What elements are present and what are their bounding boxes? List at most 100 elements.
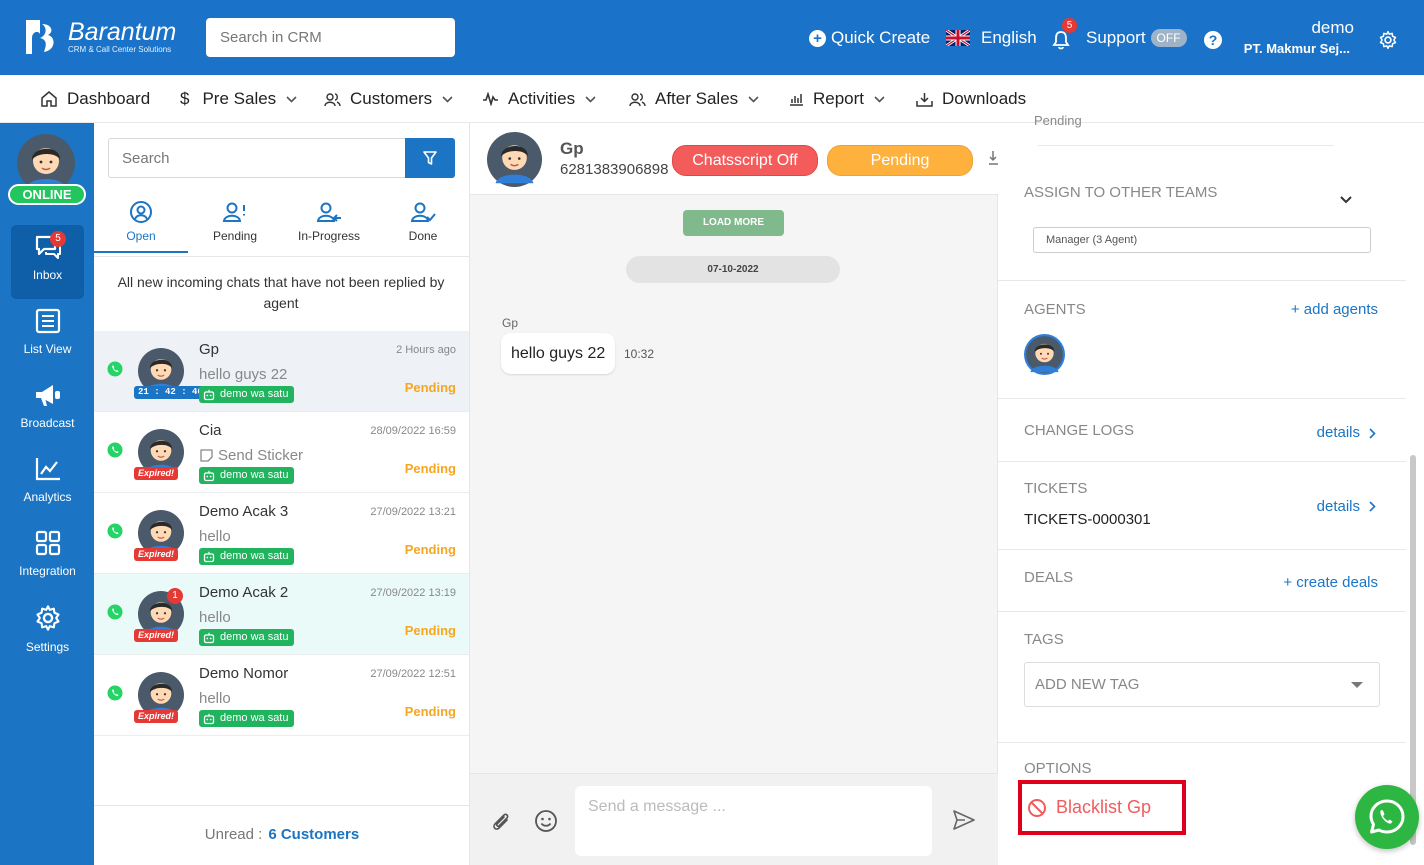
date-separator: 07-10-2022 (626, 256, 840, 283)
robot-icon (203, 632, 215, 643)
gear-icon (35, 605, 60, 631)
chat-status: Pending (404, 623, 456, 638)
blacklist-button[interactable]: Blacklist Gp (1018, 780, 1186, 835)
deals-section: DEALS + create deals (998, 550, 1406, 612)
chat-status: Pending (404, 542, 456, 557)
list-icon (35, 308, 60, 334)
chat-list-item[interactable]: Expired! Demo Nomor 27/09/2022 12:51 hel… (94, 655, 469, 736)
nav-customers[interactable]: Customers (324, 89, 462, 109)
sidebar-item-broadcast[interactable]: Broadcast (11, 373, 84, 447)
help-button[interactable]: ? (1204, 31, 1222, 49)
contact-avatar[interactable] (487, 132, 542, 187)
sidebar-item-integration[interactable]: Integration (11, 521, 84, 595)
tickets-details-link[interactable]: details (1317, 498, 1360, 515)
tab-done[interactable]: Done (376, 200, 470, 253)
ticket-id[interactable]: TICKETS-0000301 (1024, 511, 1151, 528)
tab-label: Pending (212, 229, 258, 243)
attachment-icon[interactable] (490, 810, 512, 834)
chat-list-item[interactable]: 21 : 42 : 46 Gp 2 Hours ago hello guys 2… (94, 331, 469, 412)
user-check-icon (410, 202, 436, 222)
sidebar-label: Broadcast (20, 416, 75, 430)
tab-description: All new incoming chats that have not bee… (117, 274, 445, 311)
section-title: TAGS (1024, 631, 1064, 648)
chevron-down-icon (286, 95, 297, 103)
change-logs-details-link[interactable]: details (1317, 424, 1360, 441)
channel-name: demo wa satu (220, 469, 289, 481)
contact-name: Demo Acak 2 (199, 584, 289, 601)
section-title: AGENTS (1024, 301, 1086, 318)
send-icon[interactable] (953, 810, 975, 830)
settings-gear-icon[interactable] (1378, 30, 1398, 50)
chevron-down-icon (874, 95, 885, 103)
tab-label: Done (408, 229, 438, 243)
chat-time: 2 Hours ago (396, 344, 456, 356)
sidebar-item-inbox[interactable]: 5 Inbox (11, 225, 84, 299)
tab-in-progress[interactable]: In-Progress (282, 200, 376, 253)
chat-time: 27/09/2022 13:19 (370, 587, 456, 599)
brand-logo[interactable]: Barantum CRM & Call Center Solutions (22, 18, 176, 56)
nav-report[interactable]: Report (789, 89, 894, 109)
status-button[interactable]: Pending (827, 145, 973, 176)
add-agents-link[interactable]: + add agents (1291, 301, 1378, 318)
language-label: English (981, 28, 1037, 47)
crm-search-input[interactable] (206, 18, 455, 57)
language-selector[interactable]: English (946, 28, 1037, 48)
nav-activities[interactable]: Activities (482, 89, 605, 109)
team-select[interactable]: Manager (3 Agent) (1033, 227, 1371, 253)
last-message: Send Sticker (199, 447, 303, 464)
quick-create-button[interactable]: + Quick Create (809, 28, 930, 48)
quick-create-label: Quick Create (831, 28, 931, 47)
nav-label: Activities (508, 89, 576, 108)
chat-list-item[interactable]: Expired! Demo Acak 3 27/09/2022 13:21 he… (94, 493, 469, 574)
status-text: Pending (1034, 113, 1082, 128)
chat-list-item[interactable]: 1 Expired! Demo Acak 2 27/09/2022 13:19 … (94, 574, 469, 655)
online-status-badge[interactable]: ONLINE (8, 184, 86, 205)
expired-badge: Expired! (134, 548, 179, 561)
whatsapp-icon (107, 604, 123, 620)
filter-icon (423, 151, 437, 165)
user-name[interactable]: demo (1311, 18, 1354, 38)
add-tag-select[interactable]: ADD NEW TAG (1024, 662, 1380, 707)
sticker-icon (200, 449, 213, 462)
load-more-button[interactable]: LOAD MORE (683, 210, 784, 236)
notifications-button[interactable]: 5 (1052, 18, 1080, 55)
channel-name: demo wa satu (220, 712, 289, 724)
support-off-switch[interactable]: OFF (1150, 29, 1187, 47)
section-title: ASSIGN TO OTHER TEAMS (1024, 184, 1218, 201)
emoji-icon[interactable] (534, 809, 558, 833)
whatsapp-float-button[interactable] (1355, 785, 1419, 849)
robot-icon (203, 470, 215, 481)
company-name[interactable]: PT. Makmur Sej... (1244, 41, 1350, 56)
nav-downloads[interactable]: Downloads (916, 89, 1026, 109)
filter-button[interactable] (405, 138, 455, 178)
tab-pending[interactable]: Pending (188, 200, 282, 253)
channel-badge: demo wa satu (199, 548, 295, 565)
sidebar-item-analytics[interactable]: Analytics (11, 447, 84, 521)
uk-flag-icon (946, 30, 970, 46)
create-deals-link[interactable]: + create deals (1283, 574, 1378, 591)
chevron-down-icon (442, 95, 453, 103)
chevron-down-icon[interactable] (1340, 196, 1352, 204)
home-icon (41, 91, 57, 107)
activity-icon (483, 92, 498, 106)
unread-count-link[interactable]: 6 Customers (268, 826, 359, 843)
nav-pre-sales[interactable]: $ Pre Sales (180, 89, 306, 109)
nav-dashboard[interactable]: Dashboard (40, 89, 150, 109)
nav-label: Downloads (942, 89, 1027, 108)
message-input[interactable] (575, 786, 932, 856)
chevron-right-icon[interactable] (1369, 501, 1376, 512)
sidebar-item-list-view[interactable]: List View (11, 299, 84, 373)
tab-open[interactable]: Open (94, 200, 188, 253)
chat-status: Pending (404, 704, 456, 719)
tab-label: Open (126, 229, 156, 243)
chat-list-item[interactable]: Expired! Cia 28/09/2022 16:59 Send Stick… (94, 412, 469, 493)
sidebar-item-settings[interactable]: Settings (11, 595, 84, 669)
nav-after-sales[interactable]: After Sales (629, 89, 768, 109)
chatscript-toggle-button[interactable]: Chatsscript Off (672, 145, 818, 176)
support-toggle[interactable]: Support OFF (1086, 28, 1187, 48)
caret-down-icon (1351, 682, 1363, 688)
nav-label: Report (813, 89, 865, 108)
chat-search-input[interactable] (108, 138, 405, 178)
chevron-right-icon[interactable] (1369, 428, 1376, 439)
download-icon[interactable] (988, 150, 998, 168)
